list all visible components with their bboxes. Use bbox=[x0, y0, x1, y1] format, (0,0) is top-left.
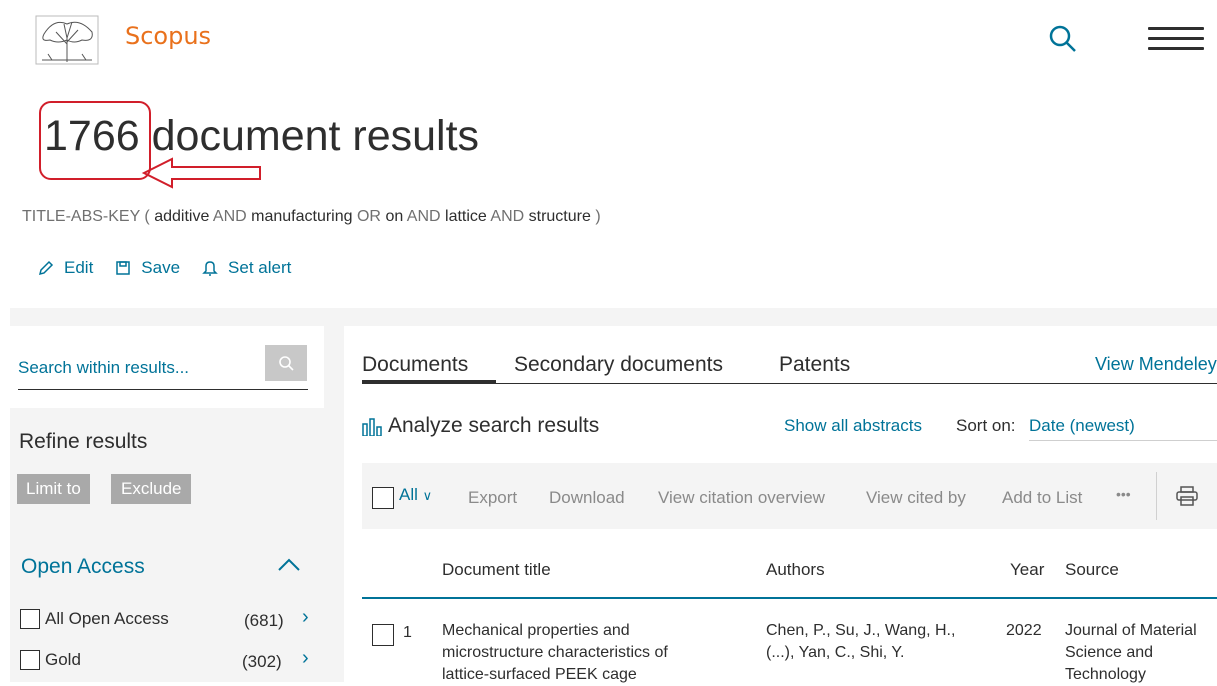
column-header-title[interactable]: Document title bbox=[442, 560, 551, 580]
tab-documents[interactable]: Documents bbox=[362, 353, 468, 377]
view-mendeley-link[interactable]: View Mendeley bbox=[1095, 354, 1217, 375]
year-cell: 2022 bbox=[1006, 622, 1042, 639]
limit-to-button[interactable]: Limit to bbox=[17, 474, 90, 504]
chevron-right-icon[interactable]: › bbox=[302, 647, 309, 670]
chevron-right-icon[interactable]: › bbox=[302, 606, 309, 629]
document-title-link[interactable]: Mechanical properties and microstructure… bbox=[442, 620, 742, 686]
authors-cell[interactable]: Chen, P., Su, J., Wang, H., (...), Yan, … bbox=[766, 620, 1001, 664]
facet-checkbox-all-open-access[interactable] bbox=[20, 609, 40, 629]
print-icon[interactable] bbox=[1176, 486, 1198, 506]
facet-count: (681) bbox=[244, 611, 284, 630]
search-icon bbox=[279, 356, 294, 371]
add-to-list-button[interactable]: Add to List bbox=[1002, 488, 1082, 508]
active-tab-indicator bbox=[362, 380, 496, 384]
facet-checkbox-gold[interactable] bbox=[20, 650, 40, 670]
chevron-up-icon[interactable] bbox=[277, 555, 301, 575]
toolbar-divider bbox=[1156, 472, 1157, 520]
exclude-button[interactable]: Exclude bbox=[111, 474, 192, 504]
column-header-source[interactable]: Source bbox=[1065, 560, 1119, 580]
annotation-arrow-icon bbox=[141, 157, 261, 189]
row-checkbox[interactable] bbox=[372, 624, 394, 646]
view-citation-overview-button[interactable]: View citation overview bbox=[658, 488, 825, 508]
row-index: 1 bbox=[403, 624, 412, 641]
more-options-icon[interactable]: ••• bbox=[1116, 486, 1131, 502]
elsevier-logo bbox=[35, 15, 99, 65]
hamburger-menu-icon[interactable] bbox=[1148, 27, 1204, 51]
tab-patents[interactable]: Patents bbox=[779, 353, 850, 377]
facet-count: (302) bbox=[242, 652, 282, 671]
analyze-results-link[interactable]: Analyze search results bbox=[388, 414, 599, 438]
pencil-icon bbox=[38, 260, 54, 276]
export-button[interactable]: Export bbox=[468, 488, 517, 508]
edit-button[interactable]: Edit bbox=[38, 258, 93, 278]
save-button[interactable]: Save bbox=[115, 258, 180, 278]
count-highlight-box bbox=[39, 101, 151, 180]
column-header-authors[interactable]: Authors bbox=[766, 560, 825, 580]
column-header-year[interactable]: Year bbox=[1010, 560, 1044, 580]
facet-label: All Open Access bbox=[45, 609, 169, 628]
bar-chart-icon bbox=[362, 418, 382, 436]
refine-results-heading: Refine results bbox=[19, 430, 148, 453]
open-access-facet-title[interactable]: Open Access bbox=[21, 555, 145, 579]
view-cited-by-button[interactable]: View cited by bbox=[866, 488, 966, 508]
search-within-input[interactable]: Search within results... bbox=[18, 358, 189, 378]
chevron-down-icon: ∨ bbox=[422, 488, 433, 503]
download-button[interactable]: Download bbox=[549, 488, 625, 508]
sort-underline bbox=[1029, 440, 1217, 441]
facet-label: Gold bbox=[45, 650, 81, 669]
select-all-dropdown[interactable]: All ∨ bbox=[399, 485, 432, 505]
tab-secondary-documents[interactable]: Secondary documents bbox=[514, 353, 723, 377]
search-icon[interactable] bbox=[1046, 22, 1080, 56]
search-within-button[interactable] bbox=[265, 345, 307, 381]
bell-icon bbox=[202, 261, 218, 276]
source-cell[interactable]: Journal of Material Science and Technolo… bbox=[1065, 620, 1217, 686]
save-icon bbox=[116, 261, 131, 275]
show-all-abstracts-link[interactable]: Show all abstracts bbox=[784, 416, 922, 436]
set-alert-button[interactable]: Set alert bbox=[202, 258, 291, 278]
sort-select[interactable]: Date (newest) bbox=[1029, 416, 1135, 436]
sort-label: Sort on: bbox=[956, 416, 1016, 435]
table-header-divider bbox=[362, 597, 1217, 599]
search-query: TITLE-ABS-KEY ( additive AND manufacturi… bbox=[22, 208, 601, 225]
search-input-underline bbox=[18, 389, 308, 390]
query-actions: Edit Save Set alert bbox=[38, 258, 291, 278]
result-label: document results bbox=[151, 112, 480, 160]
scopus-brand[interactable]: Scopus bbox=[125, 22, 211, 50]
select-all-checkbox[interactable] bbox=[372, 487, 394, 509]
